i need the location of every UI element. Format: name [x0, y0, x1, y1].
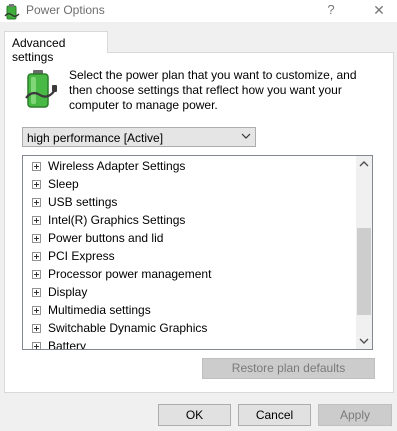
tree-item-label: Switchable Dynamic Graphics [48, 321, 208, 335]
tree-item-multimedia-settings[interactable]: Multimedia settings [23, 301, 353, 319]
title-bar: Power Options ? ✕ [0, 0, 397, 22]
tree-item-wireless-adapter-settings[interactable]: Wireless Adapter Settings [23, 157, 353, 175]
tree-item-sleep[interactable]: Sleep [23, 175, 353, 193]
expand-icon[interactable] [32, 306, 41, 315]
tree-item-battery[interactable]: Battery [23, 337, 353, 350]
apply-button[interactable]: Apply [318, 404, 392, 426]
cancel-button[interactable]: Cancel [238, 404, 311, 426]
description-text: Select the power plan that you want to c… [69, 68, 357, 112]
tree-item-label: Multimedia settings [48, 303, 151, 317]
expand-icon[interactable] [32, 342, 41, 349]
expand-icon[interactable] [32, 252, 41, 261]
ok-button[interactable]: OK [158, 404, 231, 426]
expand-icon[interactable] [32, 324, 41, 333]
expand-icon[interactable] [32, 270, 41, 279]
tree-item-display[interactable]: Display [23, 283, 353, 301]
expand-icon[interactable] [32, 162, 41, 171]
tree-item-switchable-dynamic-graphics[interactable]: Switchable Dynamic Graphics [23, 319, 353, 337]
tree-item-processor-power-management[interactable]: Processor power management [23, 265, 353, 283]
tree-item-label: Battery [48, 339, 87, 350]
close-button[interactable]: ✕ [364, 0, 394, 20]
expand-icon[interactable] [32, 180, 41, 189]
chevron-down-icon [241, 133, 251, 139]
help-button[interactable]: ? [316, 0, 346, 20]
scroll-thumb[interactable] [357, 228, 371, 315]
tab-advanced-settings[interactable]: Advanced settings [4, 31, 108, 64]
expand-icon[interactable] [32, 216, 41, 225]
tree-item-label: Sleep [48, 177, 79, 191]
power-options-icon [4, 4, 20, 20]
tree-item-label: PCI Express [48, 249, 115, 263]
vertical-scrollbar[interactable] [356, 156, 372, 349]
tree-item-label: Wireless Adapter Settings [48, 159, 186, 173]
tree-item-label: USB settings [48, 195, 118, 209]
expand-icon[interactable] [32, 288, 41, 297]
tree-item-pci-express[interactable]: PCI Express [23, 247, 353, 265]
tree-item-label: Power buttons and lid [48, 231, 164, 245]
tree-item-intel-graphics-settings[interactable]: Intel(R) Graphics Settings [23, 211, 353, 229]
tree-item-usb-settings[interactable]: USB settings [23, 193, 353, 211]
tree-item-label: Display [48, 285, 88, 299]
battery-plug-icon [25, 70, 57, 108]
expand-icon[interactable] [32, 198, 41, 207]
tree-item-label: Intel(R) Graphics Settings [48, 213, 186, 227]
power-plan-dropdown[interactable]: high performance [Active] [22, 127, 256, 147]
expand-icon[interactable] [32, 234, 41, 243]
tree-item-power-buttons-and-lid[interactable]: Power buttons and lid [23, 229, 353, 247]
scroll-down-icon[interactable] [356, 333, 372, 349]
scroll-up-icon[interactable] [356, 156, 372, 172]
settings-tree[interactable]: Wireless Adapter Settings Sleep USB sett… [22, 155, 373, 350]
power-plan-value: high performance [Active] [27, 131, 164, 145]
tree-item-label: Processor power management [48, 267, 212, 281]
window-title: Power Options [26, 3, 105, 17]
restore-plan-defaults-button[interactable]: Restore plan defaults [202, 358, 375, 379]
tab-advanced-settings-label: Advanced settings [12, 36, 66, 64]
